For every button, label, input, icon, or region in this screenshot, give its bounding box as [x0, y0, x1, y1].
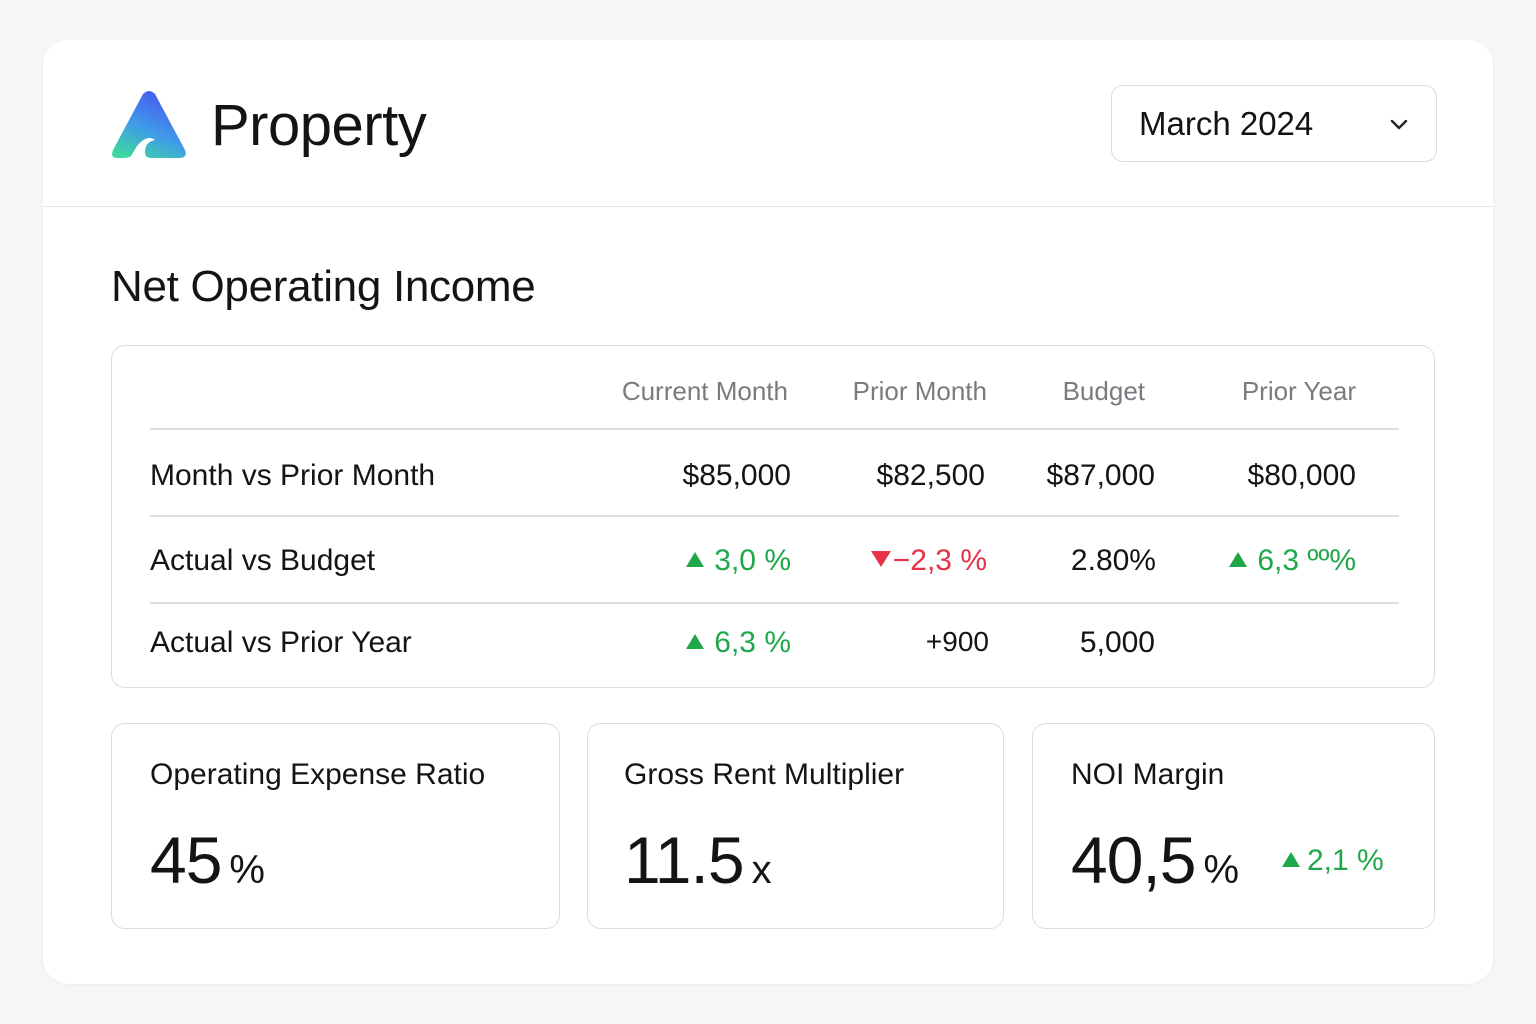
column-header-current-month: Current Month — [621, 376, 788, 406]
app-logo-icon — [112, 91, 186, 158]
kpi-label: Gross Rent Multiplier — [624, 758, 905, 791]
cell-prior-month: −2,3 % — [870, 544, 987, 578]
kpi-label: NOI Margin — [1071, 758, 1225, 791]
column-header-prior-year: Prior Year — [1241, 376, 1356, 406]
arrow-down-icon — [870, 551, 891, 568]
divider — [150, 428, 1399, 430]
cell-prior-month: +900 — [925, 626, 989, 657]
kpi-value: 45% — [150, 823, 265, 897]
arrow-up-icon — [686, 551, 705, 567]
divider — [150, 515, 1399, 517]
cell-budget: 2.80% — [1070, 544, 1156, 577]
kpi-value: 11.5 x — [624, 823, 772, 897]
divider — [150, 602, 1399, 604]
column-header-prior-month: Prior Month — [852, 376, 987, 406]
period-select[interactable]: March 2024 — [1111, 85, 1437, 162]
arrow-up-icon — [1229, 551, 1248, 567]
noi-table: Current Month Prior Month Budget Prior Y… — [111, 345, 1435, 688]
row-label-month-vs-prior-month: Month vs Prior Month — [150, 459, 436, 492]
kpi-value: 40,5% — [1071, 823, 1240, 897]
cell-budget: 5,000 — [1079, 626, 1155, 659]
cell-budget: $87,000 — [1046, 459, 1155, 492]
column-header-budget: Budget — [1062, 376, 1145, 406]
row-label-actual-vs-prior-year: Actual vs Prior Year — [150, 626, 412, 659]
kpi-noi-margin: NOI Margin 40,5% 2,1 % — [1032, 723, 1435, 929]
cell-current-month: 6,3 % — [686, 626, 791, 660]
arrow-up-icon — [686, 633, 705, 649]
kpi-change: 2,1 % — [1282, 844, 1384, 878]
cell-prior-month: $82,500 — [876, 459, 985, 492]
cell-current-month: $85,000 — [682, 459, 791, 492]
section-title: Net Operating Income — [111, 262, 536, 311]
period-select-value: March 2024 — [1139, 104, 1314, 142]
arrow-up-icon — [1282, 851, 1300, 867]
dashboard-card: Property March 2024 Net Operating Income… — [43, 40, 1493, 984]
kpi-label: Operating Expense Ratio — [150, 758, 486, 791]
app-title: Property — [211, 93, 427, 158]
kpi-gross-rent-multiplier: Gross Rent Multiplier 11.5 x — [587, 723, 1004, 929]
kpi-operating-expense-ratio: Operating Expense Ratio 45% — [111, 723, 560, 929]
chevron-down-icon — [1390, 119, 1408, 130]
cell-prior-year: 6,3 ºº% — [1229, 544, 1356, 578]
cell-prior-year: $80,000 — [1247, 459, 1356, 492]
cell-current-month: 3,0 % — [686, 544, 791, 578]
header-bar: Property March 2024 — [43, 40, 1493, 207]
row-label-actual-vs-budget: Actual vs Budget — [150, 544, 376, 577]
